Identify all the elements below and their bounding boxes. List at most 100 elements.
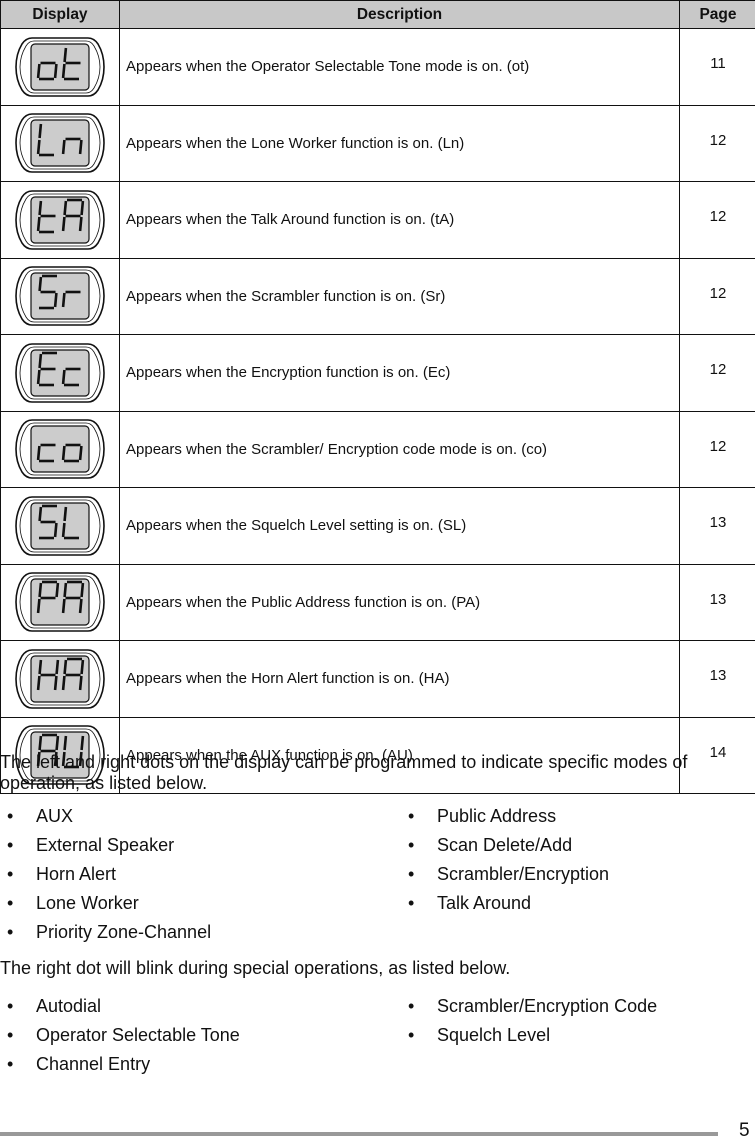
- lcd-segment-e: [38, 140, 39, 154]
- lcd-segment-f: [40, 583, 41, 597]
- lcd-segment-e: [63, 676, 64, 690]
- list-item: Priority Zone-Channel: [7, 922, 211, 951]
- description-cell: Appears when the Scrambler function is o…: [120, 258, 680, 335]
- lcd-display-icon: [14, 342, 106, 404]
- lcd-segment-e: [63, 293, 64, 307]
- list-item: AUX: [7, 806, 211, 835]
- lcd-segment-e: [38, 370, 39, 384]
- display-cell: [1, 564, 120, 641]
- list-item: Operator Selectable Tone: [7, 1025, 240, 1054]
- lcd-display-icon: [14, 189, 106, 251]
- list-item: Autodial: [7, 996, 240, 1025]
- display-cell: [1, 105, 120, 182]
- page-cell: 12: [680, 258, 755, 335]
- lcd-segment-b: [82, 583, 83, 597]
- lcd-segment-c: [80, 446, 81, 460]
- list-item: Scan Delete/Add: [408, 835, 609, 864]
- table-row: Appears when the Horn Alert function is …: [1, 641, 755, 718]
- blink-right-list: Scrambler/Encryption CodeSquelch Level: [408, 996, 657, 1054]
- lcd-segment-f: [40, 736, 41, 750]
- lcd-segment-c: [55, 676, 56, 690]
- lcd-segment-f: [65, 507, 66, 521]
- lcd-segment-c: [80, 217, 81, 231]
- lcd-segment-c: [55, 64, 56, 78]
- lcd-segment-b: [82, 736, 83, 750]
- lcd-segment-e: [63, 64, 64, 78]
- header-page: Page: [680, 1, 755, 29]
- description-cell: Appears when the Horn Alert function is …: [120, 641, 680, 718]
- lcd-segment-e: [63, 217, 64, 231]
- lcd-segment-e: [38, 599, 39, 613]
- lcd-segment-c: [55, 293, 56, 307]
- display-cell: [1, 29, 120, 106]
- blink-left-list: AutodialOperator Selectable ToneChannel …: [7, 996, 240, 1083]
- page-cell: 12: [680, 182, 755, 259]
- list-item: Talk Around: [408, 893, 609, 922]
- lcd-segment-c: [80, 676, 81, 690]
- table-row: Appears when the Talk Around function is…: [1, 182, 755, 259]
- lcd-display-icon: [14, 571, 106, 633]
- header-description: Description: [120, 1, 680, 29]
- display-cell: [1, 488, 120, 565]
- lcd-segment-f: [65, 201, 66, 215]
- description-cell: Appears when the Talk Around function is…: [120, 182, 680, 259]
- lcd-segment-f: [40, 660, 41, 674]
- lcd-segment-f: [40, 354, 41, 368]
- lcd-display-icon: [14, 265, 106, 327]
- display-icons-table: Display Description Page Appears when th…: [0, 0, 755, 794]
- lcd-segment-e: [38, 217, 39, 231]
- table-row: Appears when the Scrambler function is o…: [1, 258, 755, 335]
- page-cell: 12: [680, 335, 755, 412]
- lcd-segment-e: [63, 140, 64, 154]
- lcd-segment-f: [65, 48, 66, 62]
- lcd-segment-f: [65, 660, 66, 674]
- page-cell: 13: [680, 641, 755, 718]
- lcd-display-icon: [14, 112, 106, 174]
- dots-intro-paragraph: The left and right dots on the display c…: [0, 752, 740, 794]
- lcd-segment-e: [63, 599, 64, 613]
- list-item: Scrambler/Encryption: [408, 864, 609, 893]
- lcd-display-icon: [14, 495, 106, 557]
- lcd-segment-f: [65, 736, 66, 750]
- page-cell: 12: [680, 411, 755, 488]
- lcd-display-icon: [14, 418, 106, 480]
- description-cell: Appears when the Public Address function…: [120, 564, 680, 641]
- dots-left-list: AUXExternal SpeakerHorn AlertLone Worker…: [7, 806, 211, 951]
- description-cell: Appears when the Encryption function is …: [120, 335, 680, 412]
- list-item: Lone Worker: [7, 893, 211, 922]
- display-cell: [1, 335, 120, 412]
- lcd-segment-f: [40, 507, 41, 521]
- page-cell: 13: [680, 564, 755, 641]
- display-cell: [1, 182, 120, 259]
- table-row: Appears when the Public Address function…: [1, 564, 755, 641]
- table-row: Appears when the Scrambler/ Encryption c…: [1, 411, 755, 488]
- list-item: External Speaker: [7, 835, 211, 864]
- header-display: Display: [1, 1, 120, 29]
- list-item: Squelch Level: [408, 1025, 657, 1054]
- page-cell: 13: [680, 488, 755, 565]
- lcd-segment-f: [40, 124, 41, 138]
- table-row: Appears when the Encryption function is …: [1, 335, 755, 412]
- blink-intro-paragraph: The right dot will blink during special …: [0, 958, 740, 979]
- list-item: Horn Alert: [7, 864, 211, 893]
- lcd-segment-f: [65, 583, 66, 597]
- lcd-segment-c: [55, 523, 56, 537]
- lcd-segment-e: [63, 370, 64, 384]
- page-cell: 12: [680, 105, 755, 182]
- table-row: Appears when the Operator Selectable Ton…: [1, 29, 755, 106]
- list-item: Scrambler/Encryption Code: [408, 996, 657, 1025]
- lcd-display-icon: [14, 648, 106, 710]
- dots-right-list: Public AddressScan Delete/AddScrambler/E…: [408, 806, 609, 922]
- page-number: 5: [739, 1120, 750, 1142]
- table-header-row: Display Description Page: [1, 1, 755, 29]
- list-item: Channel Entry: [7, 1054, 240, 1083]
- lcd-segment-b: [82, 660, 83, 674]
- lcd-segment-e: [63, 523, 64, 537]
- lcd-segment-b: [57, 583, 58, 597]
- lcd-segment-c: [80, 599, 81, 613]
- lcd-segment-b: [82, 201, 83, 215]
- list-item: Public Address: [408, 806, 609, 835]
- lcd-segment-b: [57, 660, 58, 674]
- lcd-segment-f: [40, 201, 41, 215]
- display-cell: [1, 641, 120, 718]
